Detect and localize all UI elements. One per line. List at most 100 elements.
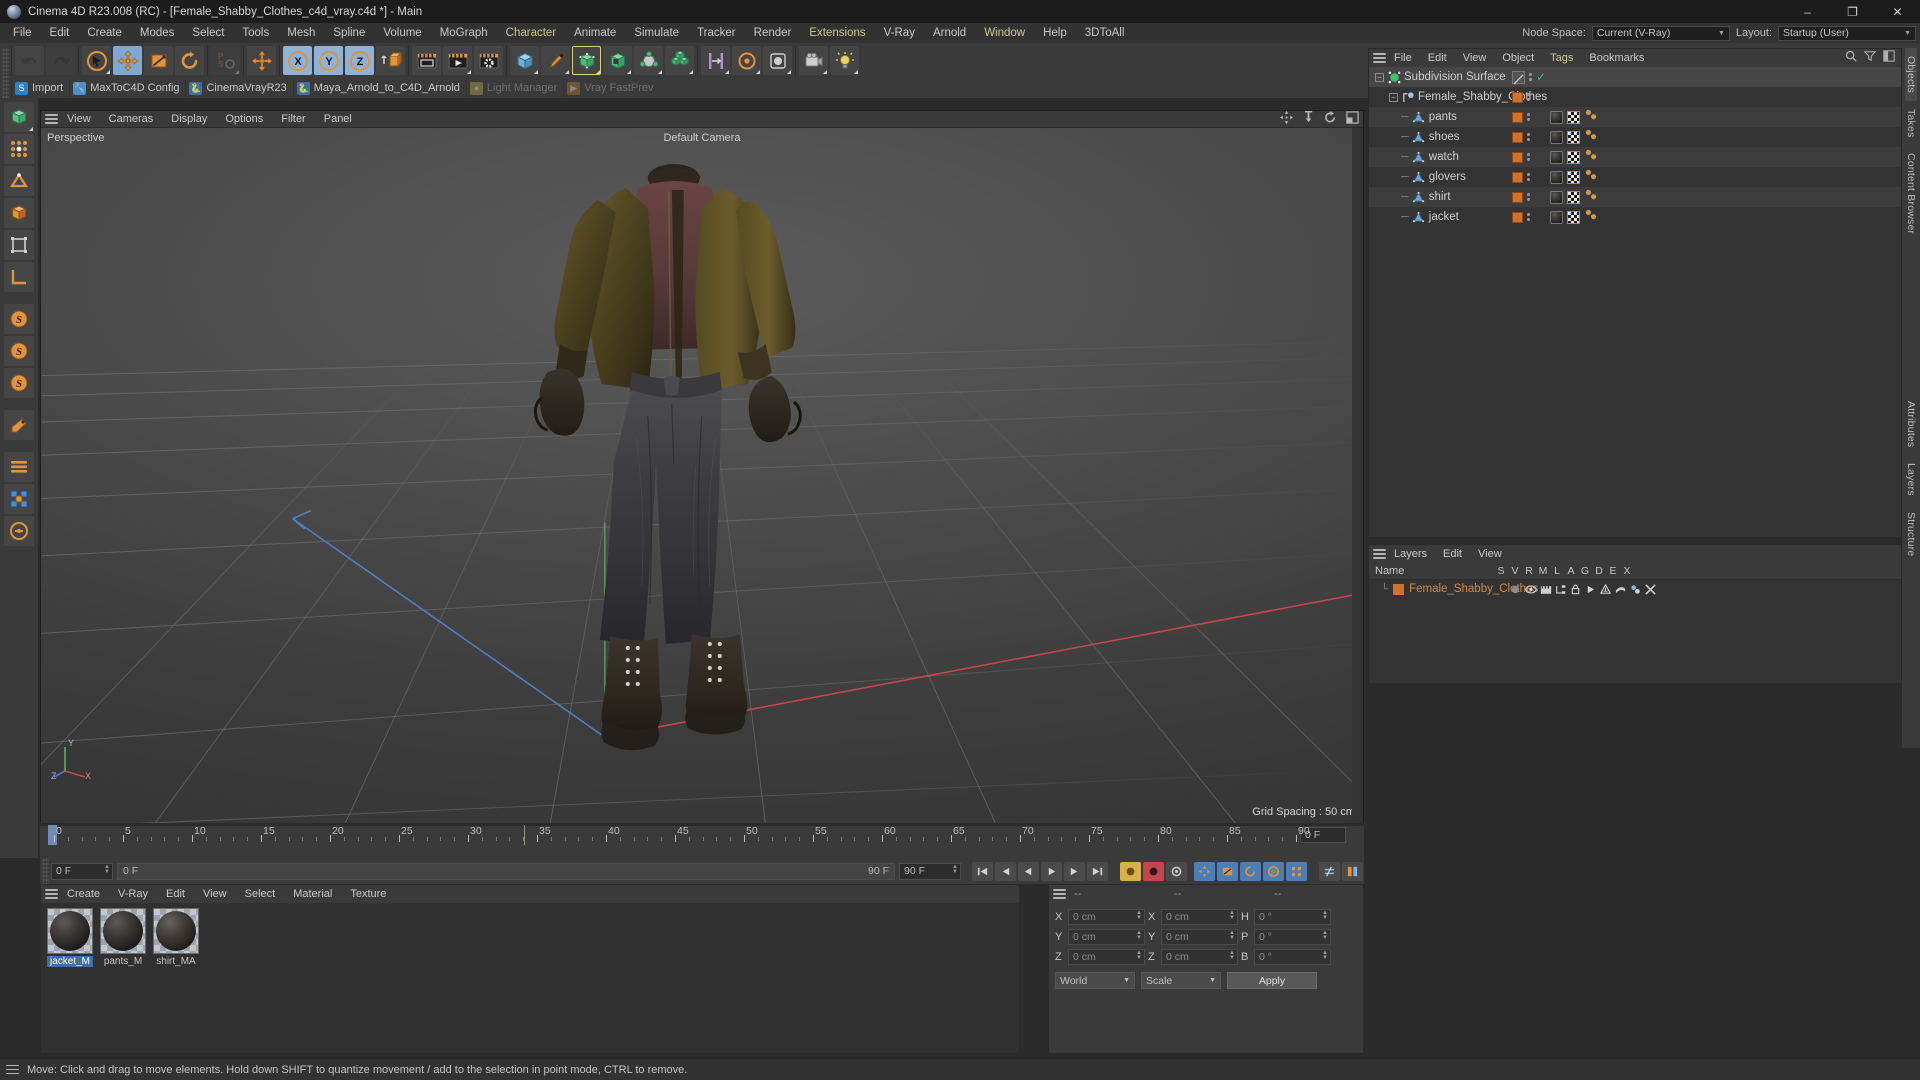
material-menu-texture[interactable]: Texture — [341, 888, 395, 900]
maximize-button[interactable]: ❐ — [1830, 0, 1875, 23]
plugin-vray-fastprev-button[interactable]: ▶ Vray FastPrev — [563, 79, 659, 97]
display-color-tag-icon[interactable] — [1512, 191, 1523, 203]
search-icon[interactable] — [1845, 49, 1857, 67]
workplane-button[interactable]: S — [4, 368, 34, 398]
boole-generator-button[interactable] — [603, 46, 632, 75]
material-menu-view[interactable]: View — [194, 888, 236, 900]
object-row-female-shabby-clothes[interactable]: − Female_Shabby_Clothes — [1369, 87, 1901, 107]
autokeying-toggle-button[interactable] — [1166, 861, 1187, 881]
menu-create[interactable]: Create — [78, 23, 131, 43]
visibility-dots-icon[interactable] — [1527, 113, 1530, 121]
menu-modes[interactable]: Modes — [131, 23, 184, 43]
material-tag-icon[interactable] — [1550, 110, 1563, 124]
deformer-group-button[interactable] — [634, 46, 663, 75]
cube-primitive-button[interactable] — [510, 46, 539, 75]
rotate-tool-button[interactable] — [175, 46, 204, 75]
apply-button[interactable]: Apply — [1227, 972, 1317, 989]
end-frame-field[interactable]: 90 F ▲ ▼ — [899, 862, 961, 880]
material-item-pants[interactable]: pants_M — [100, 908, 146, 967]
close-button[interactable]: ✕ — [1875, 0, 1920, 23]
rotate-view-icon[interactable] — [1324, 110, 1337, 129]
object-menu-icon[interactable] — [1373, 51, 1386, 65]
menu-extensions[interactable]: Extensions — [800, 23, 874, 43]
key-parameter-button[interactable]: P — [1263, 861, 1284, 881]
visibility-dots-icon[interactable] — [1527, 133, 1530, 141]
object-row-shirt[interactable]: ─ shirt — [1369, 187, 1901, 207]
node-space-select[interactable]: Current (V-Ray) ▼ — [1591, 25, 1730, 41]
material-tag-icon[interactable] — [1550, 130, 1563, 144]
pan-view-icon[interactable] — [1280, 110, 1293, 129]
status-menu-icon[interactable] — [6, 1062, 19, 1076]
field-button[interactable] — [763, 46, 792, 75]
deformers-icon[interactable] — [1614, 583, 1627, 596]
object-menu-edit[interactable]: Edit — [1420, 52, 1455, 64]
tab-layers[interactable]: Layers — [1905, 455, 1917, 504]
undo-button[interactable] — [15, 46, 44, 75]
menu-edit[interactable]: Edit — [41, 23, 79, 43]
menu-simulate[interactable]: Simulate — [625, 23, 688, 43]
point-mode-button[interactable] — [4, 134, 34, 164]
object-row-pants[interactable]: ─ pants — [1369, 107, 1901, 127]
generators-icon[interactable] — [1599, 583, 1612, 596]
plugin-cinemavrayr23-button[interactable]: 🐍 CinemaVrayR23 — [185, 79, 292, 97]
layers-menu-edit[interactable]: Edit — [1435, 548, 1470, 560]
spinner-icon[interactable]: ▲ ▼ — [1136, 910, 1142, 921]
coordinates-menu-icon[interactable] — [1053, 887, 1066, 901]
tab-content-browser[interactable]: Content Browser — [1905, 145, 1917, 242]
key-position-button[interactable] — [1194, 861, 1215, 881]
visibility-dots-icon[interactable] — [1527, 153, 1530, 161]
go-to-start-button[interactable] — [972, 861, 993, 881]
menu-mesh[interactable]: Mesh — [278, 23, 324, 43]
object-menu-tags[interactable]: Tags — [1542, 52, 1581, 64]
key-rotation-button[interactable] — [1240, 861, 1261, 881]
expander-icon[interactable]: − — [1375, 72, 1384, 82]
texture-mode-button[interactable] — [4, 452, 34, 482]
object-row-subdivision-surface[interactable]: − Subdivision Surface ✓ — [1369, 67, 1901, 87]
menu-mograph[interactable]: MoGraph — [431, 23, 497, 43]
material-menu-select[interactable]: Select — [236, 888, 285, 900]
object-menu-bookmarks[interactable]: Bookmarks — [1581, 52, 1652, 64]
uv-mesh-button[interactable] — [4, 484, 34, 514]
display-color-tag-icon[interactable] — [1512, 151, 1523, 163]
object-row-watch[interactable]: ─ watch — [1369, 147, 1901, 167]
material-menu-icon[interactable] — [45, 887, 58, 901]
key-scale-button[interactable] — [1217, 861, 1238, 881]
render-icon[interactable] — [1539, 583, 1552, 596]
selection-tag-icon[interactable] — [1584, 148, 1598, 166]
layers-menu-icon[interactable] — [1373, 547, 1386, 561]
redo-button[interactable] — [46, 46, 75, 75]
uvw-tag-icon[interactable] — [1567, 130, 1580, 144]
subdivision-surface-button[interactable] — [572, 46, 601, 75]
select-tool-button[interactable] — [82, 46, 111, 75]
model-mode-button[interactable] — [4, 230, 34, 260]
selection-tag-icon[interactable] — [1584, 168, 1598, 186]
coord-input-pos-x[interactable]: 0 cm ▲ ▼ — [1068, 909, 1145, 925]
spinner-icon[interactable]: ▲ ▼ — [1136, 950, 1142, 961]
menu-vray[interactable]: V-Ray — [875, 23, 924, 43]
bend-deformer-button[interactable] — [701, 46, 730, 75]
menu-3dtoall[interactable]: 3DToAll — [1076, 23, 1134, 43]
tab-attributes[interactable]: Attributes — [1905, 393, 1917, 455]
menu-tools[interactable]: Tools — [233, 23, 278, 43]
play-backward-button[interactable] — [1018, 861, 1039, 881]
object-row-shoes[interactable]: ─ shoes — [1369, 127, 1901, 147]
menu-arnold[interactable]: Arnold — [924, 23, 975, 43]
material-tag-icon[interactable] — [1550, 210, 1563, 224]
display-color-tag-icon[interactable] — [1512, 211, 1523, 223]
timeline-ruler[interactable]: 0 F 0 5 10 15 20 25 30 35 40 45 50 55 60 65 70 75 80 85 90 — [48, 825, 1348, 848]
layer-row-female-shabby-clothes[interactable]: └ Female_Shabby_Clothes — [1369, 580, 1901, 598]
coord-input-size-y[interactable]: 0 cm ▲ ▼ — [1161, 929, 1238, 945]
spinner-icon[interactable]: ▲ ▼ — [104, 864, 110, 875]
menu-character[interactable]: Character — [497, 23, 566, 43]
xpresso-icon[interactable] — [1644, 583, 1657, 596]
visibility-dots-icon[interactable] — [1527, 173, 1530, 181]
uvw-tag-icon[interactable] — [1567, 190, 1580, 204]
manager-icon[interactable] — [1554, 583, 1567, 596]
menu-select[interactable]: Select — [183, 23, 233, 43]
toggle-layout-icon[interactable] — [1346, 110, 1359, 129]
viewport-menu-cameras[interactable]: Cameras — [100, 113, 163, 125]
enable-axis-button[interactable]: S — [4, 304, 34, 334]
zoom-view-icon[interactable] — [1302, 110, 1315, 129]
display-color-tag-icon[interactable] — [1512, 171, 1523, 183]
material-tag-icon[interactable] — [1550, 170, 1563, 184]
